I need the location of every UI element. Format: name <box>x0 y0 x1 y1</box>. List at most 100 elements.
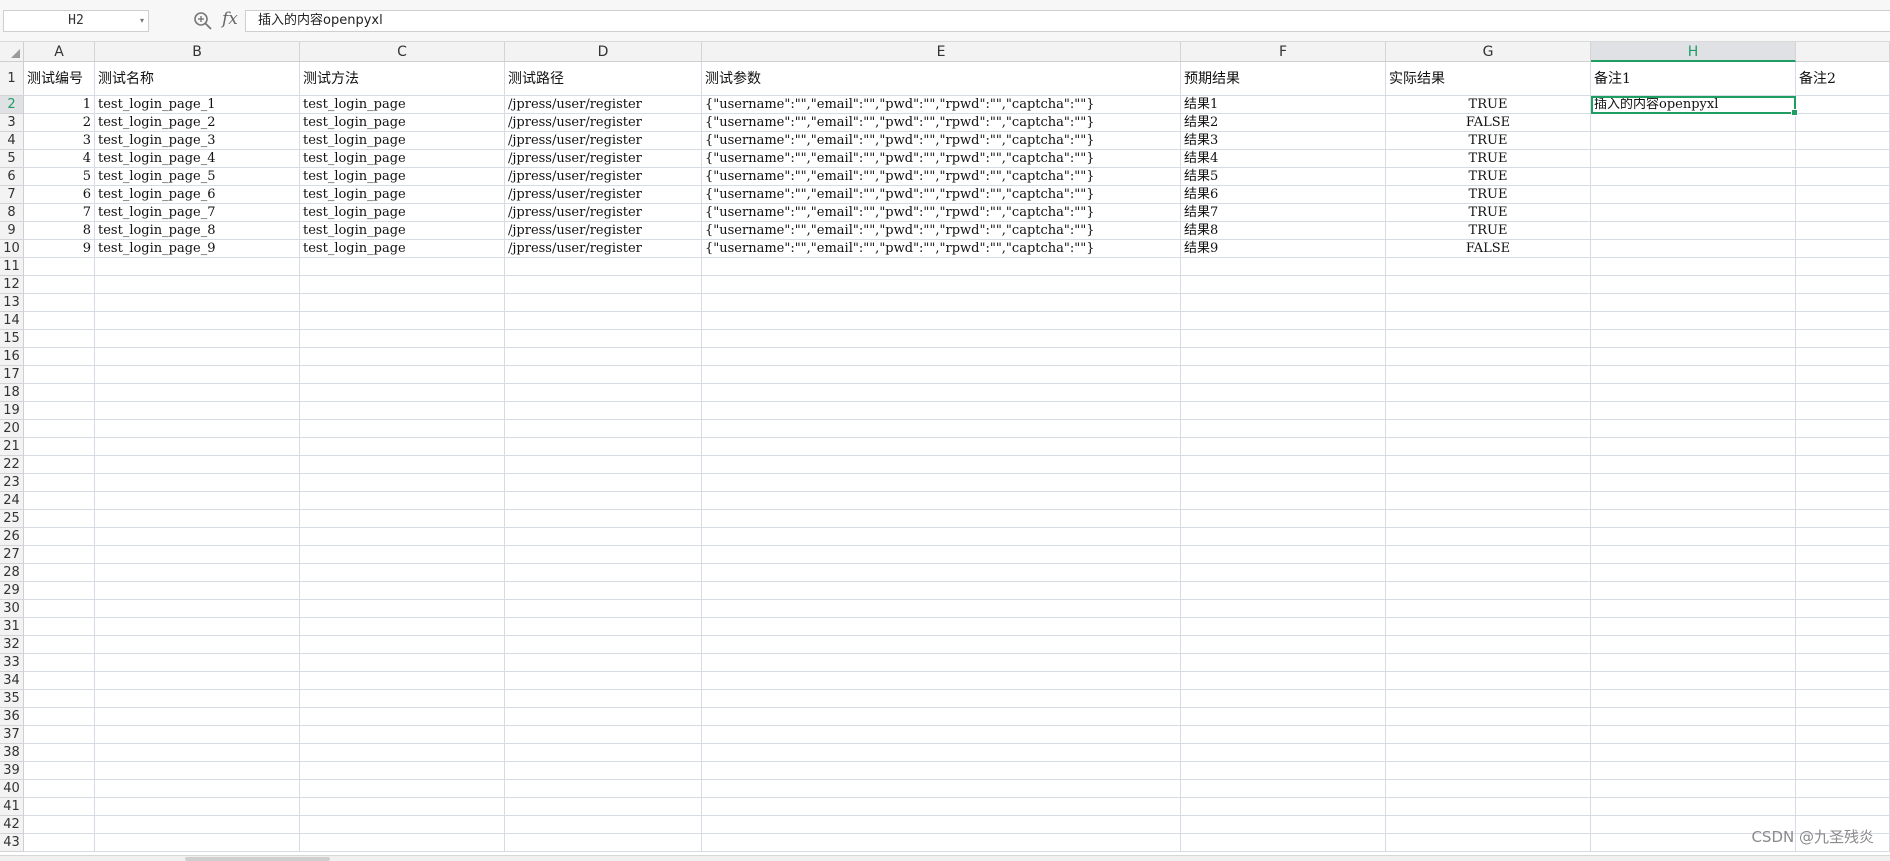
table-cell[interactable] <box>1796 564 1890 582</box>
table-cell[interactable] <box>300 672 505 690</box>
table-cell[interactable]: TRUE <box>1386 186 1591 204</box>
table-cell[interactable] <box>300 816 505 834</box>
table-cell[interactable]: 插入的内容openpyxl <box>1591 96 1796 114</box>
table-cell[interactable] <box>1796 762 1890 780</box>
table-cell[interactable] <box>505 474 702 492</box>
table-cell[interactable] <box>300 456 505 474</box>
table-cell[interactable] <box>1796 708 1890 726</box>
table-cell[interactable] <box>1591 438 1796 456</box>
fx-icon[interactable]: fx <box>222 9 238 29</box>
table-cell[interactable] <box>95 636 300 654</box>
table-cell[interactable] <box>1386 438 1591 456</box>
table-cell[interactable] <box>702 456 1181 474</box>
table-cell[interactable] <box>1181 402 1386 420</box>
table-cell[interactable] <box>1796 456 1890 474</box>
table-cell[interactable]: {"username":"","email":"","pwd":"","rpwd… <box>702 150 1181 168</box>
table-cell[interactable] <box>505 564 702 582</box>
table-cell[interactable]: TRUE <box>1386 150 1591 168</box>
table-cell[interactable] <box>1796 546 1890 564</box>
table-cell[interactable] <box>1386 402 1591 420</box>
row-header-8[interactable]: 8 <box>0 204 24 222</box>
row-header-1[interactable]: 1 <box>0 62 24 96</box>
table-cell[interactable] <box>1591 456 1796 474</box>
header-cell[interactable]: 测试名称 <box>95 62 300 96</box>
table-cell[interactable] <box>300 762 505 780</box>
table-cell[interactable] <box>1181 456 1386 474</box>
formula-input[interactable]: 插入的内容openpyxl <box>245 10 1890 32</box>
row-header-9[interactable]: 9 <box>0 222 24 240</box>
table-cell[interactable] <box>1796 186 1890 204</box>
table-cell[interactable] <box>300 582 505 600</box>
table-cell[interactable] <box>1591 276 1796 294</box>
table-cell[interactable] <box>24 744 95 762</box>
table-cell[interactable]: {"username":"","email":"","pwd":"","rpwd… <box>702 186 1181 204</box>
table-cell[interactable] <box>702 366 1181 384</box>
table-cell[interactable] <box>300 636 505 654</box>
table-cell[interactable] <box>24 510 95 528</box>
table-cell[interactable] <box>1386 420 1591 438</box>
table-cell[interactable]: test_login_page_2 <box>95 114 300 132</box>
table-cell[interactable] <box>1386 654 1591 672</box>
table-cell[interactable] <box>1181 816 1386 834</box>
table-cell[interactable]: {"username":"","email":"","pwd":"","rpwd… <box>702 222 1181 240</box>
table-cell[interactable] <box>702 708 1181 726</box>
table-cell[interactable] <box>1181 582 1386 600</box>
row-header-35[interactable]: 35 <box>0 690 24 708</box>
table-cell[interactable]: /jpress/user/register <box>505 240 702 258</box>
table-cell[interactable]: 2 <box>24 114 95 132</box>
table-cell[interactable] <box>95 420 300 438</box>
table-cell[interactable] <box>300 330 505 348</box>
table-cell[interactable] <box>1591 798 1796 816</box>
table-cell[interactable] <box>702 564 1181 582</box>
table-cell[interactable] <box>95 780 300 798</box>
row-header-31[interactable]: 31 <box>0 618 24 636</box>
table-cell[interactable]: test_login_page_6 <box>95 186 300 204</box>
table-cell[interactable] <box>1591 330 1796 348</box>
table-cell[interactable] <box>702 816 1181 834</box>
table-cell[interactable]: 结果5 <box>1181 168 1386 186</box>
row-header-42[interactable]: 42 <box>0 816 24 834</box>
table-cell[interactable] <box>1591 726 1796 744</box>
table-cell[interactable]: {"username":"","email":"","pwd":"","rpwd… <box>702 240 1181 258</box>
table-cell[interactable] <box>1181 600 1386 618</box>
row-header-2[interactable]: 2 <box>0 96 24 114</box>
table-cell[interactable] <box>95 762 300 780</box>
table-cell[interactable] <box>1591 186 1796 204</box>
table-cell[interactable]: 结果9 <box>1181 240 1386 258</box>
table-cell[interactable] <box>300 798 505 816</box>
table-cell[interactable] <box>300 690 505 708</box>
table-cell[interactable]: 3 <box>24 132 95 150</box>
table-cell[interactable] <box>1591 528 1796 546</box>
table-cell[interactable] <box>300 600 505 618</box>
table-cell[interactable] <box>1386 258 1591 276</box>
table-cell[interactable] <box>24 834 95 852</box>
table-cell[interactable]: test_login_page <box>300 222 505 240</box>
table-cell[interactable] <box>300 402 505 420</box>
table-cell[interactable] <box>300 618 505 636</box>
table-cell[interactable] <box>1181 744 1386 762</box>
table-cell[interactable] <box>95 672 300 690</box>
table-cell[interactable] <box>1181 762 1386 780</box>
row-header-39[interactable]: 39 <box>0 762 24 780</box>
table-cell[interactable] <box>505 618 702 636</box>
table-cell[interactable] <box>1181 384 1386 402</box>
table-cell[interactable] <box>702 780 1181 798</box>
table-cell[interactable] <box>702 762 1181 780</box>
table-cell[interactable] <box>24 690 95 708</box>
table-cell[interactable] <box>95 546 300 564</box>
table-cell[interactable] <box>1386 456 1591 474</box>
table-cell[interactable]: test_login_page_5 <box>95 168 300 186</box>
table-cell[interactable] <box>505 690 702 708</box>
table-cell[interactable] <box>1796 510 1890 528</box>
row-header-3[interactable]: 3 <box>0 114 24 132</box>
table-cell[interactable] <box>1386 348 1591 366</box>
table-cell[interactable] <box>95 474 300 492</box>
table-cell[interactable] <box>505 456 702 474</box>
table-cell[interactable] <box>95 348 300 366</box>
table-cell[interactable] <box>300 258 505 276</box>
table-cell[interactable] <box>702 672 1181 690</box>
table-cell[interactable] <box>1796 294 1890 312</box>
table-cell[interactable] <box>702 744 1181 762</box>
row-header-4[interactable]: 4 <box>0 132 24 150</box>
table-cell[interactable]: test_login_page <box>300 96 505 114</box>
